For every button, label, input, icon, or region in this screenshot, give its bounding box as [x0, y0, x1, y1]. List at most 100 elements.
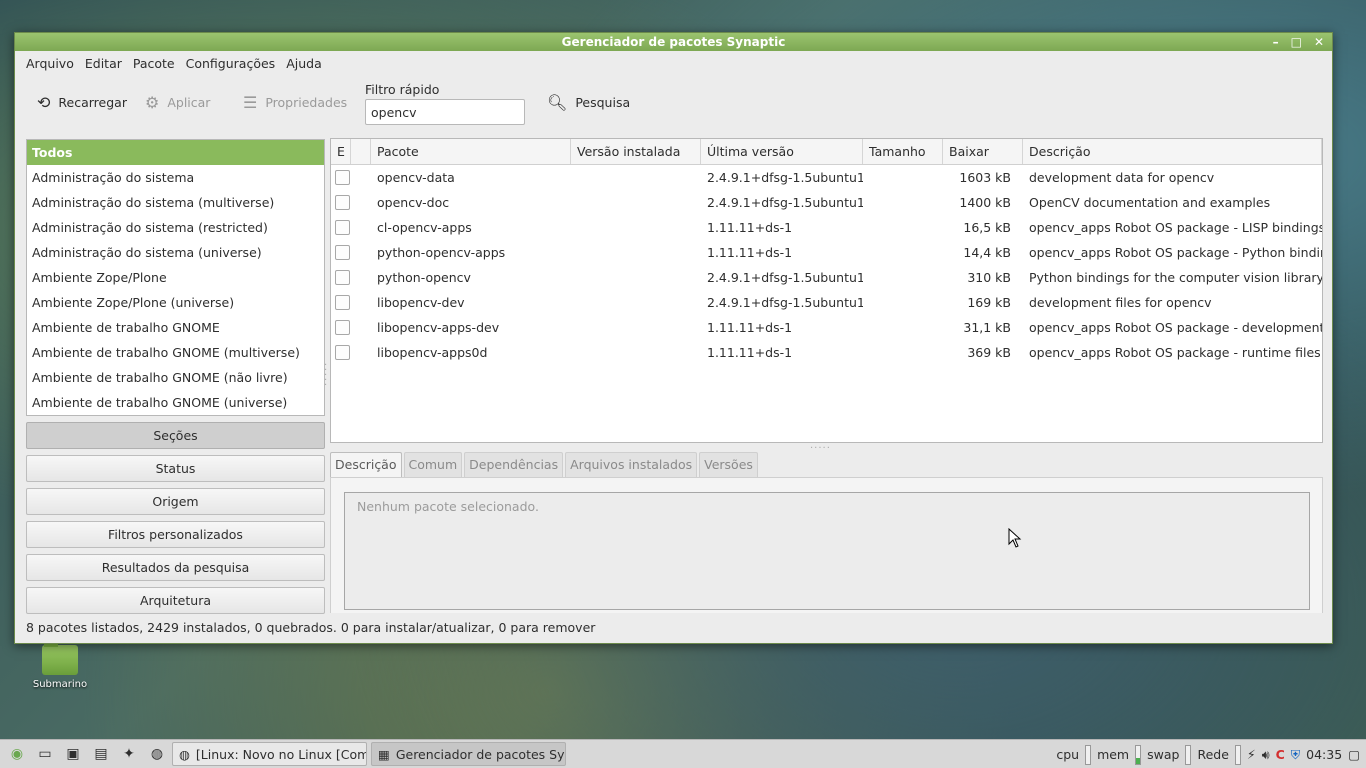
checkbox[interactable]	[335, 170, 350, 185]
update-icon[interactable]: C	[1276, 747, 1285, 762]
col-header-support[interactable]	[351, 139, 371, 164]
cell-download: 310 kB	[967, 270, 1011, 285]
status-button[interactable]: Status	[26, 455, 325, 482]
filter-group-buttons: Seções Status Origem Filtros personaliza…	[26, 422, 325, 620]
origin-button[interactable]: Origem	[26, 488, 325, 515]
terminal-icon[interactable]: ▣	[62, 743, 84, 765]
row-checkbox[interactable]	[331, 170, 351, 185]
col-header-latest[interactable]: Última versão	[701, 139, 863, 164]
table-row[interactable]: libopencv-apps-dev 1.11.11+ds-1 31,1 kB ope…	[331, 315, 1322, 340]
description-box[interactable]: Nenhum pacote selecionado.	[344, 492, 1310, 610]
tab-versions[interactable]: Versões	[699, 452, 758, 477]
app-launcher-icon[interactable]: ✦	[118, 743, 140, 765]
category-item[interactable]: Ambiente de trabalho GNOME (multiverse)	[27, 340, 324, 365]
package-table: E Pacote Versão instalada Última versão …	[330, 138, 1323, 443]
checkbox[interactable]	[335, 320, 350, 335]
table-row[interactable]: cl-opencv-apps 1.11.11+ds-1 16,5 kB opencv_…	[331, 215, 1322, 240]
col-header-e[interactable]: E	[331, 139, 351, 164]
search-results-button[interactable]: Resultados da pesquisa	[26, 554, 325, 581]
row-checkbox[interactable]	[331, 270, 351, 285]
search-button[interactable]: 🔍︎ Pesquisa	[547, 93, 630, 112]
horizontal-splitter-handle[interactable]: ·····	[810, 443, 831, 454]
vertical-splitter-handle[interactable]: · · · · ·	[324, 361, 328, 391]
col-header-installed[interactable]: Versão instalada	[571, 139, 701, 164]
desktop-folder-submarino[interactable]: Submarino	[30, 640, 90, 690]
row-checkbox[interactable]	[331, 220, 351, 235]
menu-arquivo[interactable]: Arquivo	[25, 56, 80, 71]
show-desktop-icon[interactable]: ▭	[34, 743, 56, 765]
tab-common[interactable]: Comum	[403, 452, 463, 477]
menu-configuracoes[interactable]: Configurações	[185, 56, 282, 71]
sections-button[interactable]: Seções	[26, 422, 325, 449]
checkbox[interactable]	[335, 270, 350, 285]
row-checkbox[interactable]	[331, 245, 351, 260]
quick-filter-input[interactable]	[365, 99, 525, 125]
category-item[interactable]: Ambiente de trabalho GNOME (não livre)	[27, 365, 324, 390]
volume-icon[interactable]: 🔊︎	[1262, 747, 1270, 763]
minimize-button[interactable]: –	[1273, 33, 1279, 51]
table-row[interactable]: libopencv-dev 2.4.9.1+dfsg-1.5ubuntu1.1 16…	[331, 290, 1322, 315]
category-item[interactable]: Administração do sistema (restricted)	[27, 215, 324, 240]
checkbox[interactable]	[335, 345, 350, 360]
window-title: Gerenciador de pacotes Synaptic	[561, 35, 786, 49]
category-item[interactable]: Ambiente Zope/Plone (universe)	[27, 290, 324, 315]
table-row[interactable]: opencv-doc 2.4.9.1+dfsg-1.5ubuntu1.1 1400 …	[331, 190, 1322, 215]
clock[interactable]: 04:35	[1306, 747, 1342, 762]
custom-filters-button[interactable]: Filtros personalizados	[26, 521, 325, 548]
browser-icon[interactable]: ◍	[146, 743, 168, 765]
table-row[interactable]: opencv-data 2.4.9.1+dfsg-1.5ubuntu1.1 1603…	[331, 165, 1322, 190]
row-checkbox[interactable]	[331, 320, 351, 335]
mem-meter[interactable]	[1135, 744, 1142, 765]
system-tray: cpu mem swap Rede ⚡ 🔊︎ C ⛨ 04:35 ▢	[1056, 740, 1366, 768]
files-icon[interactable]: ▤	[90, 743, 112, 765]
taskbar: ◉ ▭ ▣ ▤ ✦ ◍ ◍ [Linux: Novo no Linux [Com…	[0, 739, 1366, 768]
menu-editar[interactable]: Editar	[84, 56, 128, 71]
category-item[interactable]: Administração do sistema (universe)	[27, 240, 324, 265]
close-button[interactable]: ✕	[1314, 33, 1324, 51]
show-desktop-corner-icon[interactable]: ▢	[1348, 747, 1360, 762]
reload-button[interactable]: ⟲ Recarregar	[37, 93, 127, 112]
table-row[interactable]: python-opencv-apps 1.11.11+ds-1 14,4 kB ope…	[331, 240, 1322, 265]
table-row[interactable]: python-opencv 2.4.9.1+dfsg-1.5ubuntu1.1 31…	[331, 265, 1322, 290]
row-checkbox[interactable]	[331, 195, 351, 210]
menu-pacote[interactable]: Pacote	[132, 56, 181, 71]
shield-icon[interactable]: ⛨	[1291, 747, 1300, 763]
table-row[interactable]: libopencv-apps0d 1.11.11+ds-1 369 kB opencv…	[331, 340, 1322, 365]
title-bar[interactable]: Gerenciador de pacotes Synaptic – □ ✕	[15, 33, 1332, 51]
task-browser[interactable]: ◍ [Linux: Novo no Linux [Comu...	[172, 742, 367, 766]
checkbox[interactable]	[335, 195, 350, 210]
category-item[interactable]: Administração do sistema	[27, 165, 324, 190]
col-header-download[interactable]: Baixar	[943, 139, 1023, 164]
net-meter[interactable]	[1234, 744, 1241, 765]
col-header-size[interactable]: Tamanho	[863, 139, 943, 164]
task-synaptic-label: Gerenciador de pacotes Syn...	[395, 746, 566, 762]
properties-button[interactable]: ☰ Propriedades	[243, 93, 347, 112]
checkbox[interactable]	[335, 295, 350, 310]
menu-ajuda[interactable]: Ajuda	[285, 56, 328, 71]
tab-description[interactable]: Descrição	[330, 452, 402, 477]
apply-button[interactable]: ⚙ Aplicar	[145, 93, 210, 112]
cpu-meter[interactable]	[1085, 744, 1092, 765]
row-checkbox[interactable]	[331, 345, 351, 360]
menu-icon[interactable]: ◉	[6, 743, 28, 765]
swap-meter[interactable]	[1185, 744, 1192, 765]
checkbox[interactable]	[335, 220, 350, 235]
col-header-package[interactable]: Pacote	[371, 139, 571, 164]
task-synaptic[interactable]: ▦ Gerenciador de pacotes Syn...	[371, 742, 566, 766]
description-placeholder: Nenhum pacote selecionado.	[357, 499, 539, 514]
mem-label: mem	[1097, 747, 1130, 762]
network-icon[interactable]: ⚡	[1247, 747, 1256, 762]
category-item[interactable]: Ambiente Zope/Plone	[27, 265, 324, 290]
col-header-description[interactable]: Descrição	[1023, 139, 1322, 164]
tab-dependencies[interactable]: Dependências	[464, 452, 564, 477]
category-item[interactable]: Administração do sistema (multiverse)	[27, 190, 324, 215]
checkbox[interactable]	[335, 245, 350, 260]
row-checkbox[interactable]	[331, 295, 351, 310]
cell-package: python-opencv-apps	[377, 245, 506, 260]
category-item[interactable]: Todos	[27, 140, 324, 165]
category-item[interactable]: Ambiente de trabalho GNOME	[27, 315, 324, 340]
architecture-button[interactable]: Arquitetura	[26, 587, 325, 614]
maximize-button[interactable]: □	[1291, 33, 1302, 51]
tab-installed-files[interactable]: Arquivos instalados	[565, 452, 698, 477]
category-item[interactable]: Ambiente de trabalho GNOME (universe)	[27, 390, 324, 415]
